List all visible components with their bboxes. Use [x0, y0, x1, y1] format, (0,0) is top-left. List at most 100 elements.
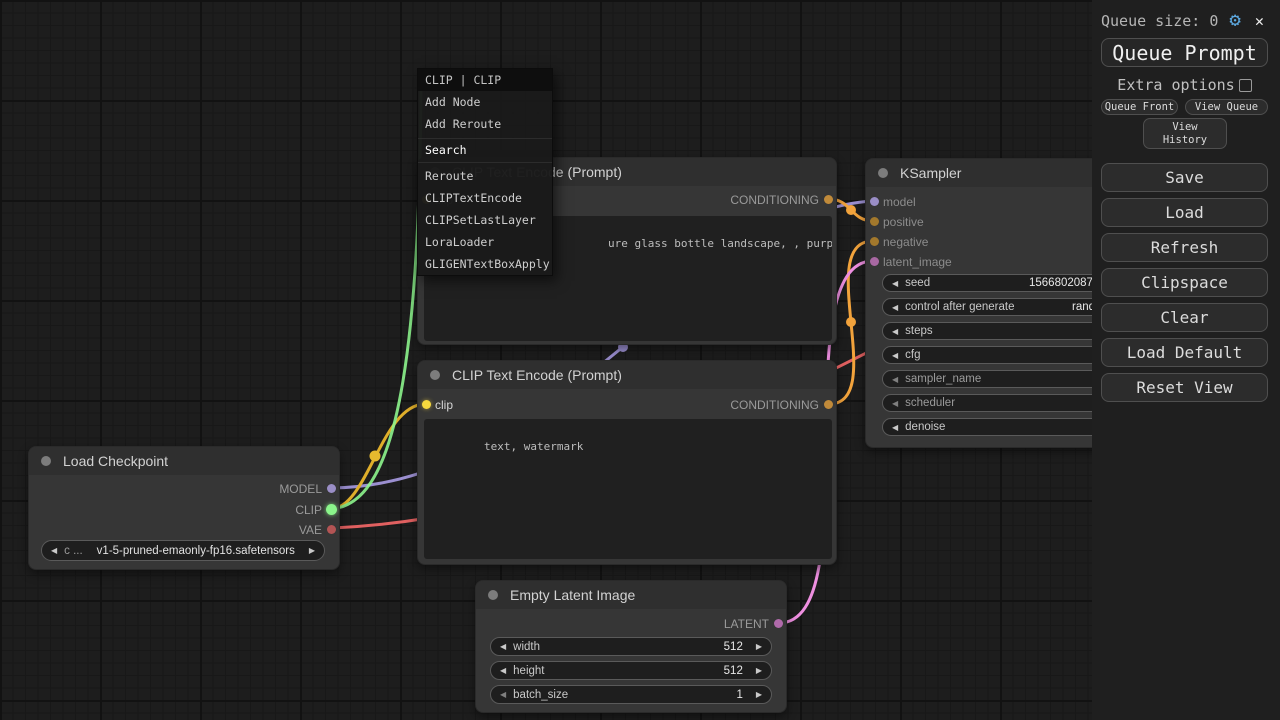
conditioning-output-dot[interactable]	[824, 195, 833, 204]
decrement-arrow-icon[interactable]: ◀	[892, 399, 898, 408]
view-history-button[interactable]: View History	[1143, 118, 1227, 149]
menu-item-gligentextboxapply[interactable]: GLIGENTextBoxApply	[418, 253, 552, 275]
latent-output-dot[interactable]	[774, 619, 783, 628]
load-default-button[interactable]: Load Default	[1101, 338, 1268, 367]
decrement-arrow-icon[interactable]: ◀	[51, 546, 57, 555]
decrement-arrow-icon[interactable]: ◀	[892, 375, 898, 384]
clipspace-button[interactable]: Clipspace	[1101, 268, 1268, 297]
decrement-arrow-icon[interactable]: ◀	[500, 690, 506, 699]
prompt-textarea[interactable]: text, watermark	[424, 419, 832, 559]
menu-item-clipsetlastlayer[interactable]: CLIPSetLastLayer	[418, 209, 552, 231]
slot-label: model	[883, 194, 916, 210]
extra-options-checkbox[interactable]	[1239, 79, 1252, 92]
view-history-line1: View	[1172, 121, 1197, 134]
decrement-arrow-icon[interactable]: ◀	[892, 351, 898, 360]
height-widget[interactable]: ◀ height 512 ▶	[490, 661, 772, 680]
collapse-dot-icon[interactable]	[488, 590, 498, 600]
close-icon[interactable]: ✕	[1255, 12, 1264, 30]
prompt-text: ure glass bottle landscape, , purple gal…	[608, 236, 832, 251]
batch-size-widget[interactable]: ◀ batch_size 1 ▶	[490, 685, 772, 704]
collapse-dot-icon[interactable]	[41, 456, 51, 466]
node-title: KSampler	[900, 165, 961, 181]
slot-label: positive	[883, 214, 924, 230]
widget-label: cfg	[905, 349, 920, 361]
slot-label: negative	[883, 234, 928, 250]
menu-item-add-reroute[interactable]: Add Reroute	[418, 113, 552, 135]
model-output-dot[interactable]	[327, 484, 336, 493]
widget-label: height	[513, 665, 544, 677]
model-input-dot[interactable]	[870, 197, 879, 206]
queue-front-button[interactable]: Queue Front	[1101, 99, 1178, 115]
scheduler-widget[interactable]: ◀ scheduler	[882, 394, 1122, 412]
ckpt-name-widget[interactable]: ◀ c ... v1-5-pruned-emaonly-fp16.safeten…	[41, 540, 325, 561]
widget-label: sampler_name	[905, 373, 981, 385]
decrement-arrow-icon[interactable]: ◀	[892, 327, 898, 336]
save-button[interactable]: Save	[1101, 163, 1268, 192]
clip-input-dot[interactable]	[422, 400, 431, 409]
node-title-bar[interactable]: Load Checkpoint	[29, 447, 339, 475]
node-title-bar[interactable]: CLIP Text Encode (Prompt)	[418, 361, 836, 389]
node-title-bar[interactable]: KSampler	[866, 159, 1129, 187]
queue-size-label: Queue size: 0	[1101, 12, 1218, 30]
node-ksampler[interactable]: KSampler model positive negative latent_…	[865, 158, 1130, 448]
vae-output-dot[interactable]	[327, 525, 336, 534]
latent-input-dot[interactable]	[870, 257, 879, 266]
context-menu: CLIP | CLIP Add Node Add Reroute Search …	[417, 68, 553, 276]
wire-conditioning-negative-dot	[846, 317, 856, 327]
menu-item-cliptextencode[interactable]: CLIPTextEncode	[418, 187, 552, 209]
steps-widget[interactable]: ◀ steps	[882, 322, 1122, 340]
queue-prompt-button[interactable]: Queue Prompt	[1101, 38, 1268, 67]
decrement-arrow-icon[interactable]: ◀	[892, 279, 898, 288]
node-title: Load Checkpoint	[63, 453, 168, 469]
control-after-generate-widget[interactable]: ◀ control after generate randomize	[882, 298, 1122, 316]
decrement-arrow-icon[interactable]: ◀	[892, 303, 898, 312]
decrement-arrow-icon[interactable]: ◀	[500, 642, 506, 651]
node-canvas[interactable]: CLIP Text Encode (Prompt) clip CONDITION…	[0, 0, 1280, 720]
node-empty-latent-image[interactable]: Empty Latent Image LATENT ◀ width 512 ▶ …	[475, 580, 787, 713]
reset-view-button[interactable]: Reset View	[1101, 373, 1268, 402]
slot-label: CONDITIONING	[730, 397, 819, 413]
menu-item-reroute[interactable]: Reroute	[418, 165, 552, 187]
view-history-line2: History	[1163, 134, 1207, 147]
clear-button[interactable]: Clear	[1101, 303, 1268, 332]
load-button[interactable]: Load	[1101, 198, 1268, 227]
queue-size-row: Queue size: 0 ⚙ ✕	[1101, 11, 1271, 30]
decrement-arrow-icon[interactable]: ◀	[500, 666, 506, 675]
seed-widget[interactable]: ◀ seed 1566802087	[882, 274, 1122, 292]
menu-item-loraloader[interactable]: LoraLoader	[418, 231, 552, 253]
increment-arrow-icon[interactable]: ▶	[756, 690, 762, 699]
node-title-bar[interactable]: Empty Latent Image	[476, 581, 786, 609]
clip-output-dot-active[interactable]	[326, 504, 337, 515]
conditioning-output-dot[interactable]	[824, 400, 833, 409]
widget-value: 512	[724, 641, 743, 653]
collapse-dot-icon[interactable]	[878, 168, 888, 178]
view-queue-button[interactable]: View Queue	[1185, 99, 1268, 115]
denoise-widget[interactable]: ◀ denoise	[882, 418, 1122, 436]
gear-icon[interactable]: ⚙	[1229, 11, 1240, 30]
slot-label: MODEL	[279, 481, 322, 497]
decrement-arrow-icon[interactable]: ◀	[892, 423, 898, 432]
increment-arrow-icon[interactable]: ▶	[756, 642, 762, 651]
extra-options-row: Extra options	[1101, 76, 1268, 94]
node-load-checkpoint[interactable]: Load Checkpoint MODEL CLIP VAE ◀ c ... v…	[28, 446, 340, 570]
slot-label: CLIP	[295, 502, 322, 518]
wire-conditioning-positive-dot	[846, 205, 856, 215]
refresh-button[interactable]: Refresh	[1101, 233, 1268, 262]
negative-input-dot[interactable]	[870, 237, 879, 246]
cfg-widget[interactable]: ◀ cfg	[882, 346, 1122, 364]
slot-label: LATENT	[724, 616, 769, 632]
slot-label: CONDITIONING	[730, 192, 819, 208]
menu-search-input[interactable]: Search	[418, 138, 552, 163]
positive-input-dot[interactable]	[870, 217, 879, 226]
width-widget[interactable]: ◀ width 512 ▶	[490, 637, 772, 656]
increment-arrow-icon[interactable]: ▶	[756, 666, 762, 675]
widget-value: 1566802087	[1029, 275, 1093, 291]
collapse-dot-icon[interactable]	[430, 370, 440, 380]
widget-label: batch_size	[513, 689, 568, 701]
node-clip-text-encode-bottom[interactable]: CLIP Text Encode (Prompt) clip CONDITION…	[417, 360, 837, 565]
node-title: CLIP Text Encode (Prompt)	[452, 367, 622, 383]
sampler-name-widget[interactable]: ◀ sampler_name	[882, 370, 1122, 388]
menu-item-add-node[interactable]: Add Node	[418, 91, 552, 113]
increment-arrow-icon[interactable]: ▶	[309, 546, 315, 555]
node-title: Empty Latent Image	[510, 587, 635, 603]
